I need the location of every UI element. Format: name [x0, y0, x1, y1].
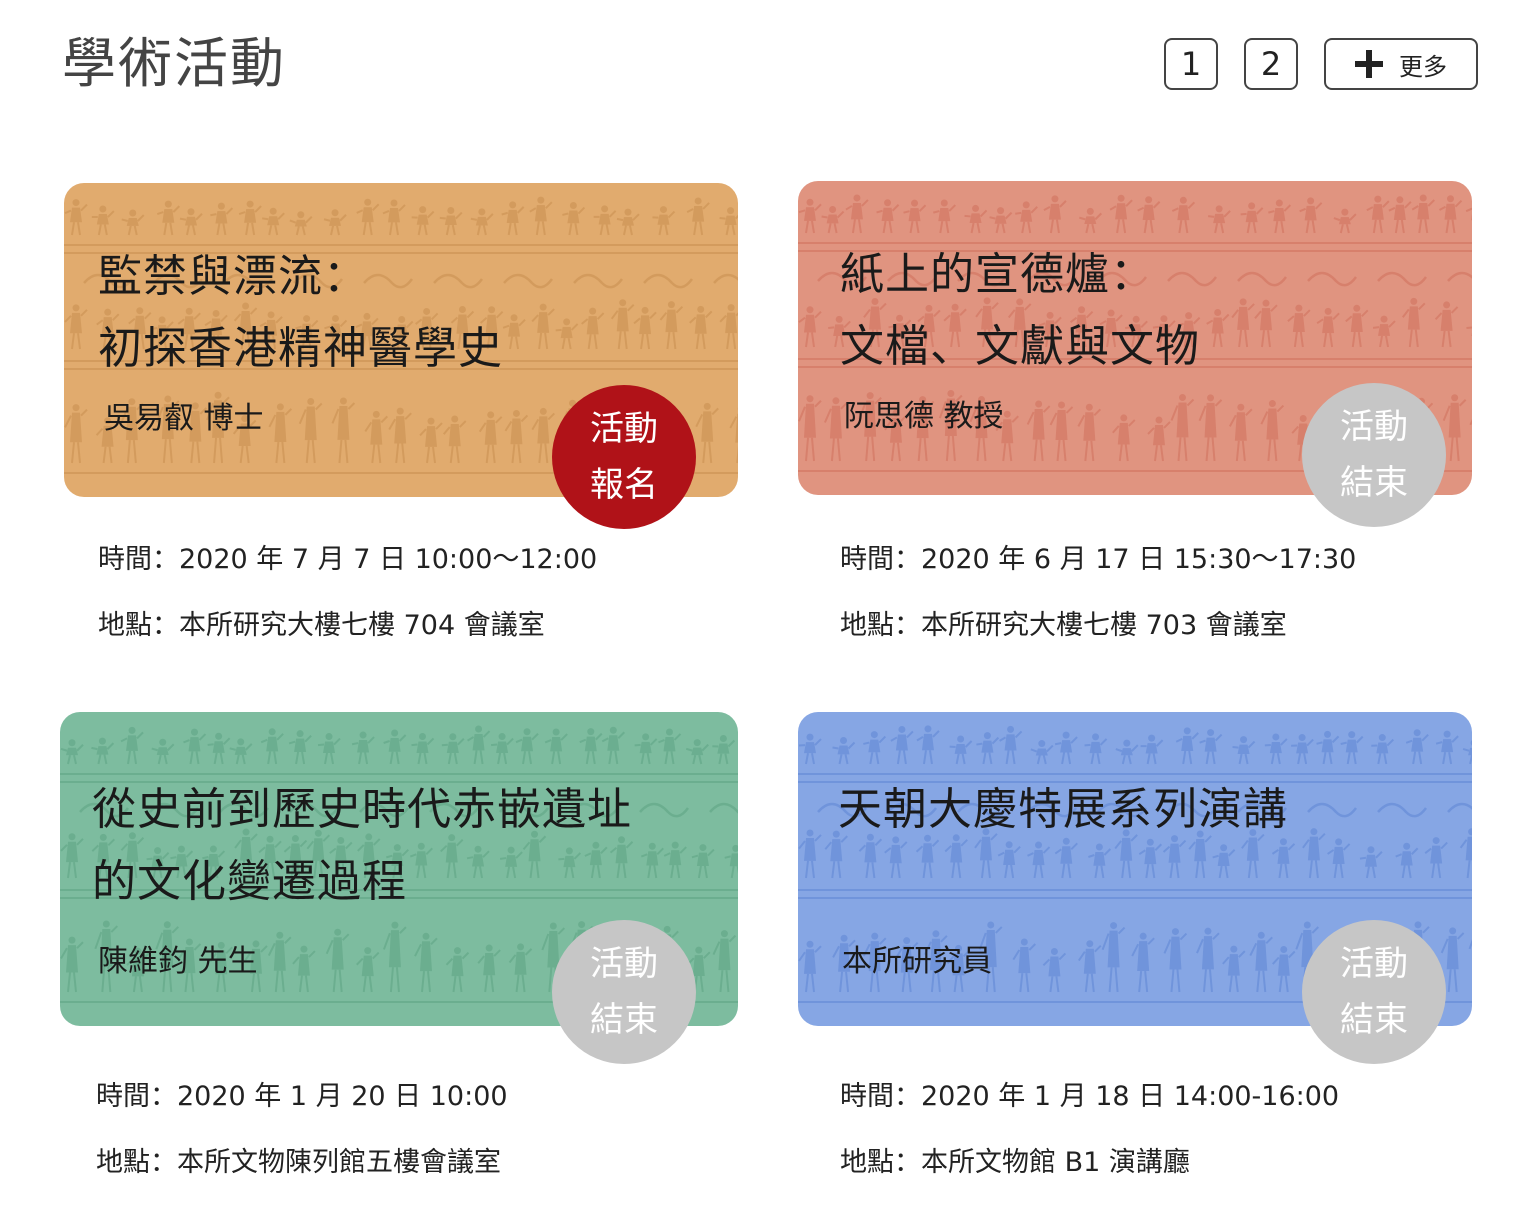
event-time: 時間：2020 年 1 月 18 日 14:00-16:00 — [840, 1081, 1340, 1112]
status-line-2: 報名 — [590, 465, 658, 505]
status-line-1: 活動 — [1340, 407, 1408, 447]
event-place: 地點：本所研究大樓七樓 703 會議室 — [840, 610, 1287, 641]
status-line-2: 結束 — [1340, 1000, 1408, 1040]
event-title: 天朝大慶特展系列演講 — [838, 784, 1288, 835]
pagination: 1 2 更多 — [1164, 38, 1478, 90]
event-speaker: 吳易叡 博士 — [104, 401, 264, 436]
status-line-1: 活動 — [590, 409, 658, 449]
status-badge[interactable]: 活動 報名 — [552, 385, 696, 529]
more-button[interactable]: 更多 — [1324, 38, 1478, 90]
event-speaker: 本所研究員 — [842, 944, 992, 979]
plus-icon — [1355, 50, 1383, 78]
event-card-banner[interactable]: 天朝大慶特展系列演講 本所研究員 活動 結束 — [798, 712, 1472, 1064]
event-title: 監禁與漂流： 初探香港精神醫學史 — [98, 251, 503, 374]
page-1-button[interactable]: 1 — [1164, 38, 1218, 90]
event-speaker: 陳維鈞 先生 — [98, 944, 258, 979]
event-speaker: 阮思德 教授 — [844, 399, 1004, 434]
event-card-3: 從史前到歷史時代赤嵌遺址 的文化變遷過程 陳維鈞 先生 活動 結束 時間：202… — [60, 712, 738, 1178]
status-badge[interactable]: 活動 結束 — [1302, 383, 1446, 527]
event-place: 地點：本所文物館 B1 演講廳 — [840, 1147, 1190, 1178]
event-title: 紙上的宣德爐： 文檔、文獻與文物 — [840, 249, 1200, 372]
event-time: 時間：2020 年 7 月 7 日 10:00～12:00 — [98, 544, 598, 575]
status-line-1: 活動 — [590, 944, 658, 984]
more-label: 更多 — [1399, 52, 1447, 81]
event-card-banner[interactable]: 監禁與漂流： 初探香港精神醫學史 吳易叡 博士 活動 報名 — [64, 183, 738, 529]
event-place: 地點：本所研究大樓七樓 704 會議室 — [98, 610, 545, 641]
status-line-2: 結束 — [590, 1000, 658, 1040]
event-time: 時間：2020 年 6 月 17 日 15:30～17:30 — [840, 544, 1357, 575]
event-card-banner[interactable]: 從史前到歷史時代赤嵌遺址 的文化變遷過程 陳維鈞 先生 活動 結束 — [60, 712, 738, 1064]
status-badge[interactable]: 活動 結束 — [1302, 920, 1446, 1064]
event-card-1: 監禁與漂流： 初探香港精神醫學史 吳易叡 博士 活動 報名 時間：2020 年 … — [64, 183, 740, 641]
status-line-1: 活動 — [1340, 944, 1408, 984]
status-badge[interactable]: 活動 結束 — [552, 920, 696, 1064]
event-title: 從史前到歷史時代赤嵌遺址 的文化變遷過程 — [92, 784, 632, 907]
event-card-2: 紙上的宣德爐： 文檔、文獻與文物 阮思德 教授 活動 結束 時間：2020 年 … — [798, 181, 1474, 641]
event-card-4: 天朝大慶特展系列演講 本所研究員 活動 結束 時間：2020 年 1 月 18 … — [798, 712, 1474, 1178]
page-2-button[interactable]: 2 — [1244, 38, 1298, 90]
event-time: 時間：2020 年 1 月 20 日 10:00 — [96, 1081, 508, 1112]
page-title: 學術活動 — [62, 32, 286, 95]
status-line-2: 結束 — [1340, 463, 1408, 503]
event-card-banner[interactable]: 紙上的宣德爐： 文檔、文獻與文物 阮思德 教授 活動 結束 — [798, 181, 1472, 527]
event-place: 地點：本所文物陳列館五樓會議室 — [96, 1147, 501, 1178]
